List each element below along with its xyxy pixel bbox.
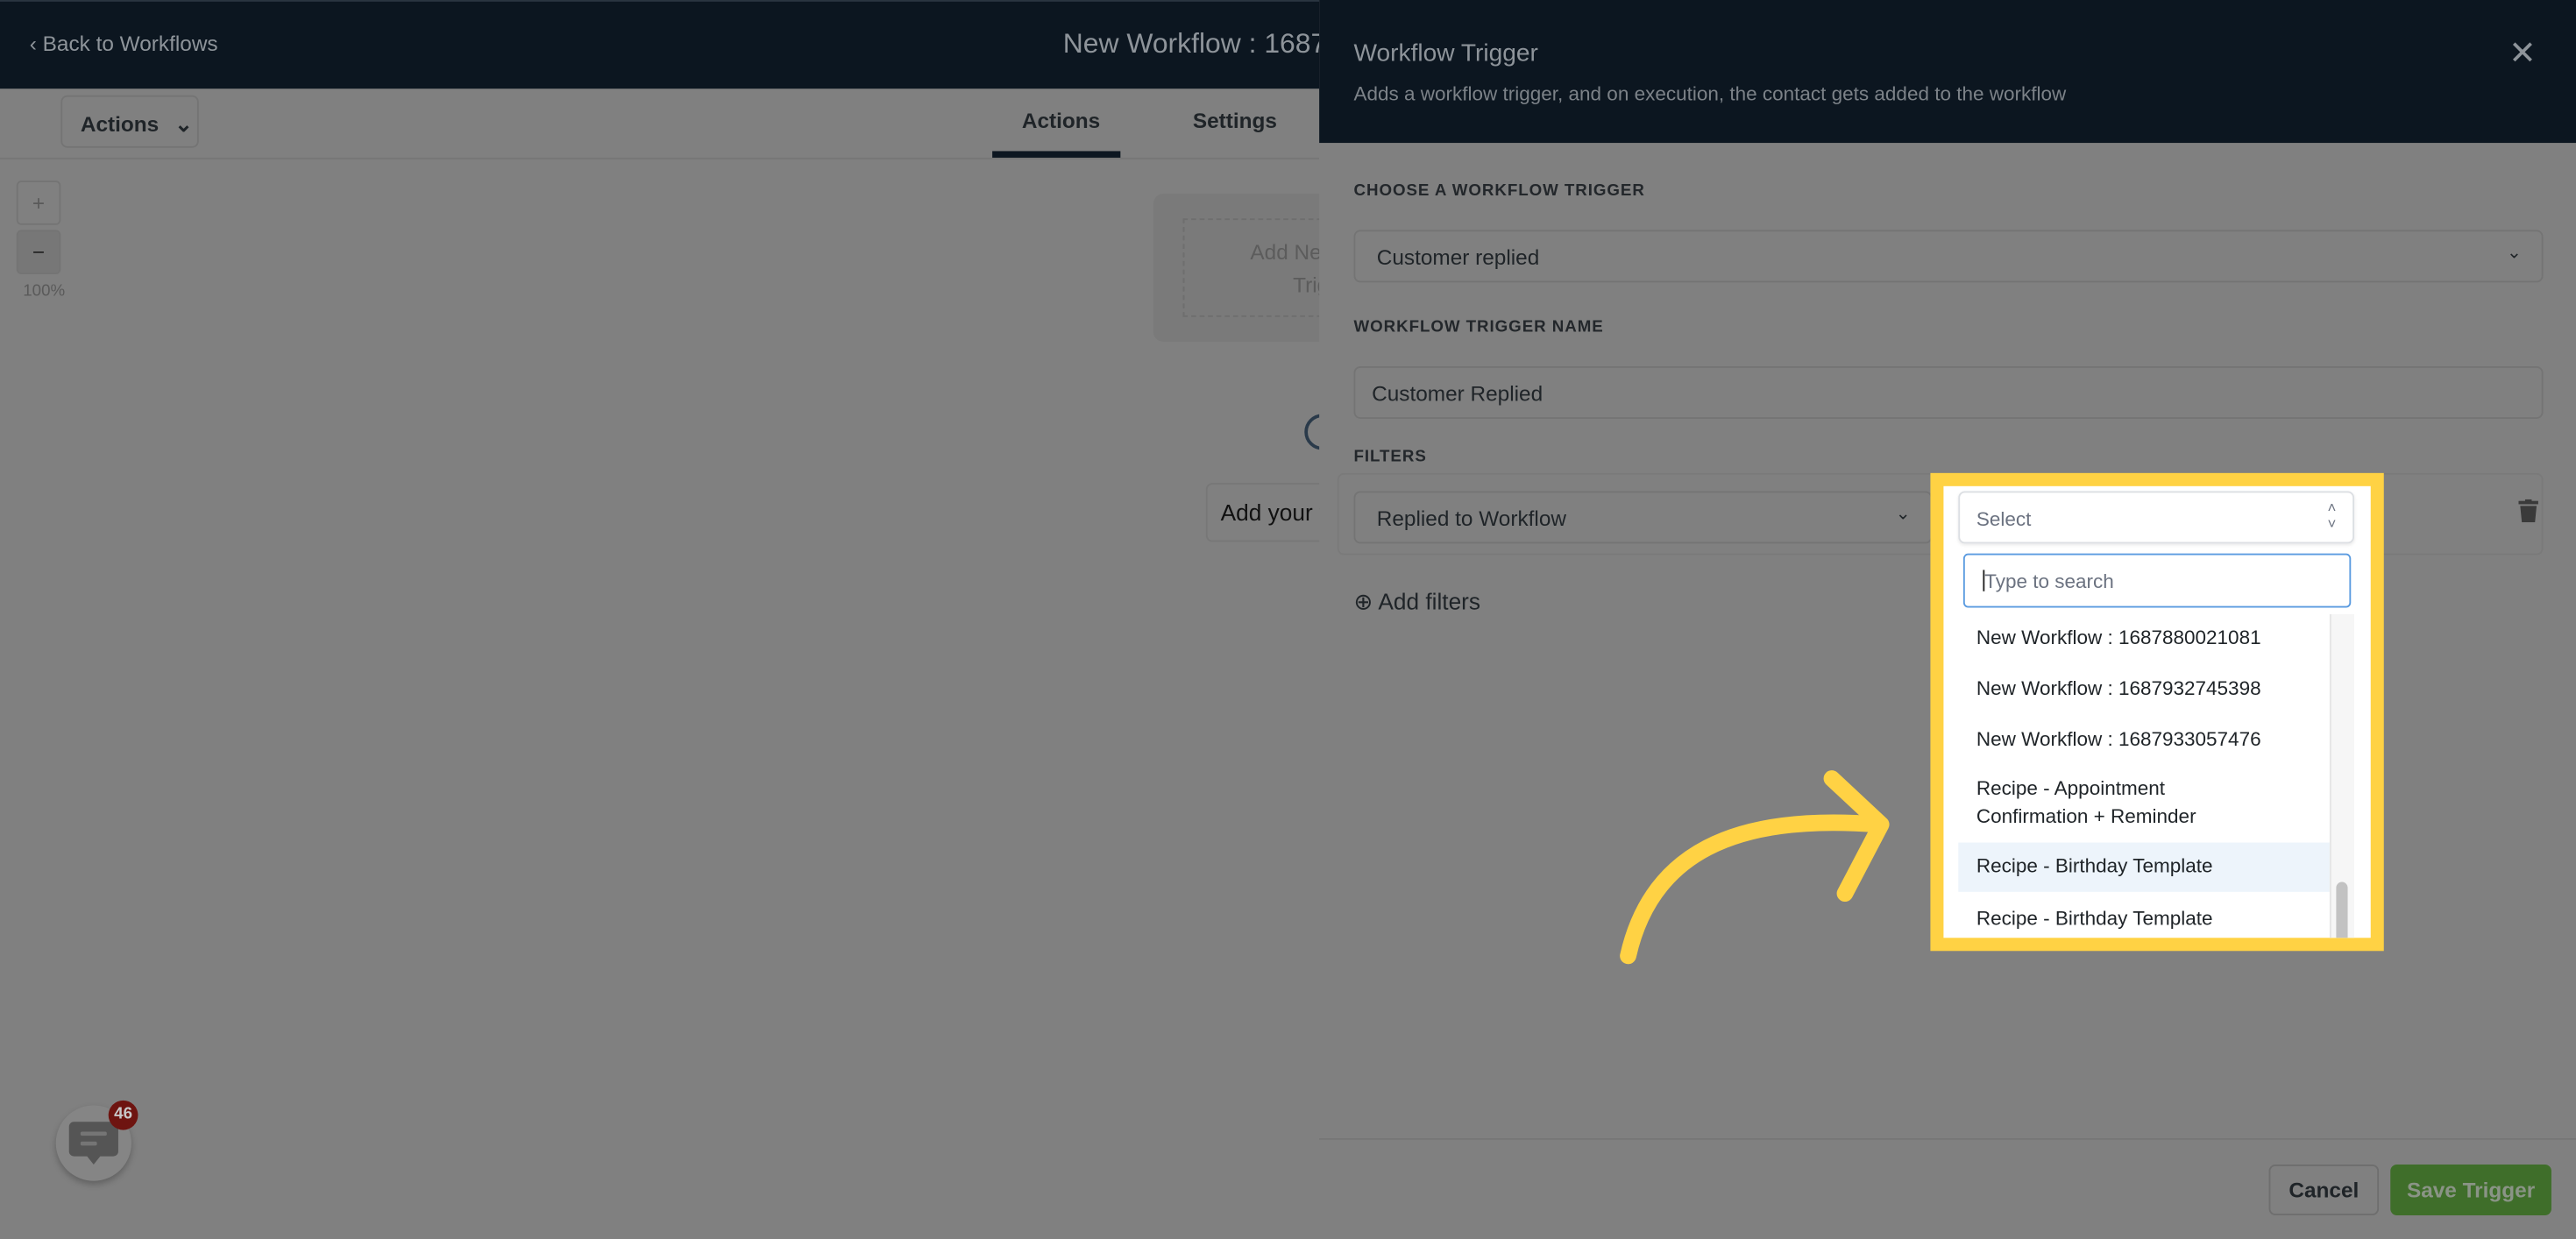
option-item[interactable]: New Workflow : 1687932745398 <box>1958 675 2330 703</box>
plus-circle-icon: ⊕ <box>1353 588 1373 615</box>
cancel-button[interactable]: Cancel <box>2268 1164 2380 1216</box>
sort-arrows-icon: ˄ ˅ <box>2327 499 2337 533</box>
trigger-select[interactable]: Customer replied ⌄ <box>1353 230 2544 283</box>
close-icon[interactable]: ✕ <box>2509 32 2536 74</box>
back-to-workflows-link[interactable]: ‹ Back to Workflows <box>30 32 218 56</box>
scrollbar-thumb[interactable] <box>2336 881 2348 938</box>
page-title: New Workflow : 1687 <box>1062 27 1327 60</box>
add-filters-button[interactable]: ⊕ Add filters <box>1354 588 1481 616</box>
panel-header <box>1319 0 2576 144</box>
active-tab-indicator <box>992 151 1121 158</box>
tab-settings[interactable]: Settings <box>1193 109 1277 133</box>
trigger-name-label: WORKFLOW TRIGGER NAME <box>1353 318 1604 337</box>
chevron-down-icon: ⌄ <box>174 111 193 137</box>
add-filters-label: Add filters <box>1378 588 1481 615</box>
filter-field-value: Replied to Workflow <box>1376 506 1567 531</box>
unread-badge: 46 <box>108 1100 138 1130</box>
chat-icon <box>68 1122 118 1165</box>
filters-label: FILTERS <box>1353 448 1427 467</box>
panel-title: Workflow Trigger <box>1353 39 1538 67</box>
zoom-out-button[interactable]: − <box>16 230 61 275</box>
footer-divider <box>1319 1137 2576 1140</box>
workflow-editor: ‹ Back to Workflows New Workflow : 1687 … <box>0 0 2576 1239</box>
filter-field-select[interactable]: Replied to Workflow ⌄ <box>1353 491 1933 544</box>
option-item[interactable]: Recipe - Birthday Template <box>1958 905 2330 933</box>
zoom-in-button[interactable]: + <box>16 181 61 225</box>
option-item-hovered[interactable]: Recipe - Birthday Template <box>1958 842 2330 892</box>
zoom-level: 100% <box>23 282 66 301</box>
trash-icon[interactable] <box>2518 499 2538 523</box>
search-input[interactable]: Type to search <box>1962 553 2352 608</box>
option-item[interactable]: New Workflow : 1687933057476 <box>1958 726 2330 754</box>
panel-subtitle: Adds a workflow trigger, and on executio… <box>1353 81 2067 105</box>
search-placeholder: Type to search <box>1984 570 2114 593</box>
select-placeholder: Select <box>1976 507 2032 531</box>
option-item[interactable]: Recipe - Appointment Confirmation + Remi… <box>1958 775 2253 832</box>
trigger-name-input[interactable]: Customer Replied <box>1353 365 2544 419</box>
choose-trigger-label: CHOOSE A WORKFLOW TRIGGER <box>1353 182 1645 201</box>
actions-dropdown[interactable]: Actions ⌄ <box>60 95 199 148</box>
chevron-down-icon: ⌄ <box>1895 504 1911 524</box>
workflow-select-dropdown: Select ˄ ˅ Type to search New Workflow : 1… <box>1943 485 2371 938</box>
back-label: Back to Workflows <box>42 31 218 56</box>
tab-actions[interactable]: Actions <box>1022 109 1100 133</box>
actions-label: Actions <box>80 111 160 137</box>
trigger-value: Customer replied <box>1376 244 1540 270</box>
option-item[interactable]: New Workflow : 1687880021081 <box>1958 624 2330 652</box>
dropdown-scrollbar[interactable] <box>2329 614 2355 938</box>
add-action-text: Add your t <box>1220 499 1326 526</box>
arrow-annotation-icon <box>1620 770 1890 965</box>
save-trigger-button[interactable]: Save Trigger <box>2390 1164 2551 1216</box>
workflow-select[interactable]: Select ˄ ˅ <box>1958 491 2355 544</box>
chevron-down-icon: ⌄ <box>2506 243 2523 263</box>
